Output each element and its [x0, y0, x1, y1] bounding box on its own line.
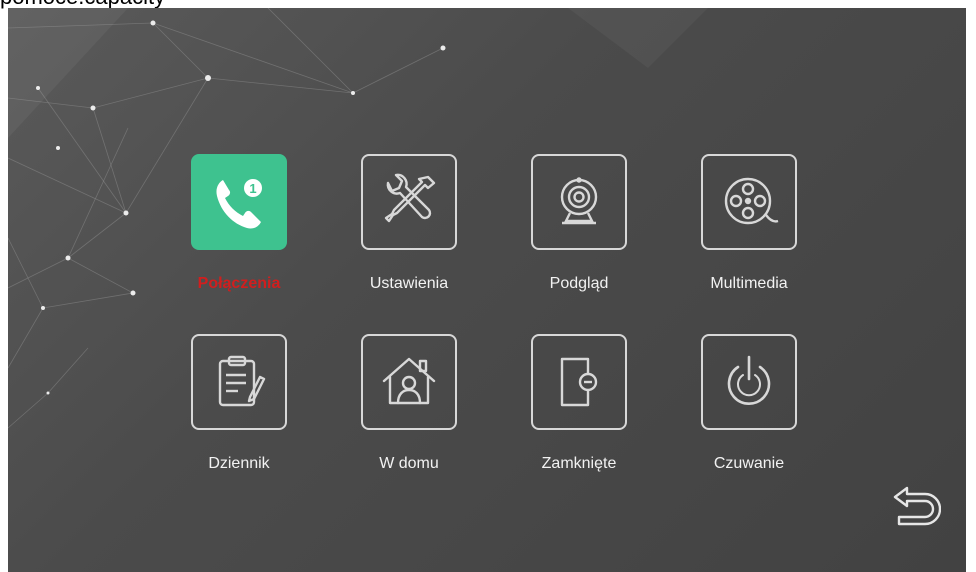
locked-label: Zamknięte — [541, 455, 617, 472]
standby-label: Czuwanie — [713, 455, 785, 472]
menu-tile-standby[interactable]: Czuwanie — [690, 334, 810, 484]
menu-tile-locked[interactable]: Zamknięte — [520, 334, 640, 484]
multimedia-label: Multimedia — [710, 275, 788, 292]
settings-icon-box[interactable] — [361, 154, 457, 250]
menu-tile-calls[interactable]: 1 Połączenia — [180, 154, 300, 304]
top-strip: pomoce.capacity — [0, 0, 976, 8]
log-icon-box[interactable] — [191, 334, 287, 430]
log-label: Dziennik — [208, 455, 270, 472]
multimedia-icon-box[interactable] — [701, 154, 797, 250]
cropped-caption: pomoce.capacity — [0, 0, 165, 8]
preview-icon-box[interactable] — [531, 154, 627, 250]
calls-icon-box[interactable]: 1 — [191, 154, 287, 250]
webcam-icon — [560, 177, 598, 225]
tools-icon — [384, 173, 436, 223]
menu-tile-multimedia[interactable]: Multimedia — [690, 154, 810, 304]
door-lock-icon — [560, 357, 598, 407]
menu-tile-settings[interactable]: Ustawienia — [350, 154, 470, 304]
calls-label: Połączenia — [197, 275, 281, 292]
locked-icon-box[interactable] — [531, 334, 627, 430]
missed-calls-badge: 1 — [249, 181, 256, 196]
intercom-screen: 1 Połączenia Ustawienia Podgląd Multimed… — [8, 8, 966, 572]
menu-tile-preview[interactable]: Podgląd — [520, 154, 640, 304]
menu-tile-home[interactable]: W domu — [350, 334, 470, 484]
settings-label: Ustawienia — [369, 275, 449, 292]
preview-label: Podgląd — [549, 275, 609, 292]
menu-tile-log[interactable]: Dziennik — [180, 334, 300, 484]
standby-icon-box[interactable] — [701, 334, 797, 430]
home-label: W domu — [379, 455, 439, 472]
power-icon — [727, 355, 771, 405]
phone-call-icon: 1 — [216, 179, 262, 229]
back-button[interactable] — [888, 480, 944, 532]
home-user-icon — [382, 357, 436, 405]
home-icon-box[interactable] — [361, 334, 457, 430]
film-reel-icon — [724, 177, 779, 225]
return-arrow-icon — [893, 486, 941, 526]
clipboard-icon — [218, 355, 266, 407]
